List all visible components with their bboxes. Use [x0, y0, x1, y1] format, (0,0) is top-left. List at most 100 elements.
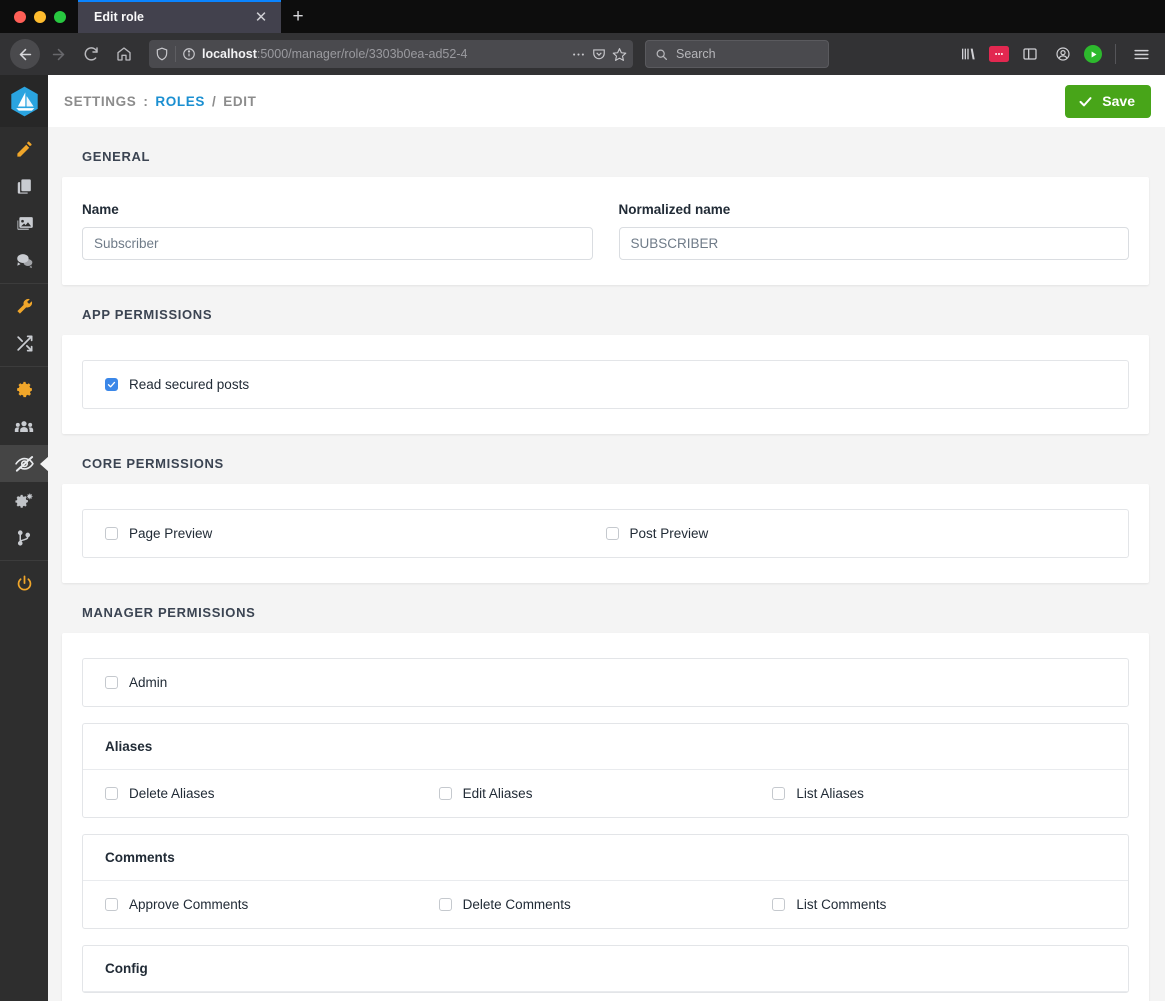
normalized-name-input[interactable]: SUBSCRIBER [618, 227, 1129, 260]
checkbox-unchecked-icon[interactable] [772, 787, 786, 800]
sidebar-item-pages[interactable] [0, 168, 48, 205]
save-button[interactable]: Save [1065, 84, 1151, 118]
reload-icon[interactable] [76, 39, 106, 69]
sidebar-group-tools [0, 284, 48, 367]
sidebar-item-sitemap[interactable] [0, 519, 48, 556]
copy-icon [17, 179, 31, 194]
permission-row: Admin [83, 659, 1128, 706]
eye-slash-icon [14, 456, 34, 472]
wrench-icon [16, 298, 32, 314]
permission-label: Page Preview [129, 526, 213, 541]
permission-panel: Read secured posts [82, 360, 1129, 409]
checkbox-unchecked-icon[interactable] [105, 898, 118, 911]
section-card: Page Preview Post Preview [62, 484, 1149, 583]
new-tab-button[interactable]: + [281, 0, 315, 33]
address-bar[interactable]: localhost:5000/manager/role/3303b0ea-ad5… [149, 40, 633, 68]
toolbar-divider [1115, 44, 1116, 64]
save-button-label: Save [1102, 93, 1135, 109]
play-extension-icon[interactable] [1084, 45, 1102, 63]
checkbox-unchecked-icon[interactable] [605, 527, 619, 540]
permission-checkbox-item[interactable]: Edit Aliases [438, 786, 773, 801]
permission-panel: Admin [82, 658, 1129, 707]
permission-checkbox-item[interactable]: Read secured posts [105, 377, 1106, 392]
permission-panel: Aliases Delete Aliases Edit Aliases List Al… [82, 723, 1129, 818]
permission-checkbox-item[interactable]: List Aliases [772, 786, 1106, 801]
checkbox-unchecked-icon[interactable] [438, 787, 452, 800]
sidebar-item-logout[interactable] [0, 565, 48, 602]
gear-icon [16, 381, 32, 398]
checkbox-unchecked-icon[interactable] [105, 787, 118, 800]
maximize-window-button[interactable] [54, 11, 66, 23]
permission-row: Delete Aliases Edit Aliases List Aliases [83, 770, 1128, 817]
sidebar-item-tools[interactable] [0, 288, 48, 325]
close-window-button[interactable] [14, 11, 26, 23]
sidebar-item-media[interactable] [0, 205, 48, 242]
checkbox-unchecked-icon[interactable] [105, 527, 118, 540]
breadcrumb-separator-2: / [211, 93, 217, 109]
sidebar-item-users[interactable] [0, 408, 48, 445]
settings-scroll-area[interactable]: GENERAL Name Subscriber Normalized name SUBS… [48, 127, 1165, 1001]
checkbox-unchecked-icon[interactable] [105, 676, 118, 689]
back-arrow-icon[interactable] [10, 39, 40, 69]
permission-checkbox-item[interactable]: Admin [105, 675, 1106, 690]
sidebar-item-modules[interactable] [0, 482, 48, 519]
browser-toolbar: localhost:5000/manager/role/3303b0ea-ad5… [0, 33, 1165, 75]
app-logo[interactable] [0, 75, 48, 127]
permission-row: Approve Comments Delete Comments List Comm… [83, 881, 1128, 928]
star-icon[interactable] [612, 47, 627, 62]
permission-panel: Comments Approve Comments Delete Comments L… [82, 834, 1129, 929]
address-divider [175, 46, 176, 62]
permission-checkbox-item[interactable]: List Comments [772, 897, 1106, 912]
sidebar-item-comments[interactable] [0, 242, 48, 279]
permission-checkbox-item[interactable]: Delete Aliases [105, 786, 439, 801]
account-icon[interactable] [1051, 42, 1075, 66]
breadcrumb-link-roles[interactable]: ROLES [155, 94, 205, 109]
section-title: CORE PERMISSIONS [82, 456, 224, 471]
permission-checkbox-item[interactable]: Delete Comments [438, 897, 773, 912]
permission-group-title: Aliases [83, 724, 1128, 770]
ellipsis-icon[interactable] [571, 47, 586, 62]
checkbox-unchecked-icon[interactable] [772, 898, 786, 911]
tab-title: Edit role [94, 9, 145, 24]
sidebar-group-settings [0, 367, 48, 561]
forward-arrow-icon[interactable] [43, 39, 73, 69]
search-input[interactable]: Search [645, 40, 829, 68]
sidebar-item-settings[interactable] [0, 371, 48, 408]
home-icon[interactable] [109, 39, 139, 69]
name-input[interactable]: Subscriber [82, 227, 593, 260]
permission-checkbox-item[interactable]: Page Preview [105, 526, 606, 541]
breadcrumb-current: EDIT [223, 93, 257, 109]
permission-label: Post Preview [629, 526, 709, 541]
checkbox-checked-icon[interactable] [105, 378, 118, 391]
browser-tab-edit-role[interactable]: Edit role ✕ [78, 0, 281, 33]
sidebar-toggle-icon[interactable] [1018, 42, 1042, 66]
minimize-window-button[interactable] [34, 11, 46, 23]
permission-label: Edit Aliases [462, 786, 533, 801]
hamburger-menu-icon[interactable] [1129, 42, 1153, 66]
app-content: SETTINGS : ROLES / EDIT Save GENERAL Name… [48, 75, 1165, 1001]
pocket-extension-icon[interactable] [989, 46, 1009, 62]
checkbox-unchecked-icon[interactable] [438, 898, 452, 911]
sidebar-item-pages-edit[interactable] [0, 131, 48, 168]
info-circle-icon[interactable] [182, 47, 196, 61]
library-icon[interactable] [956, 42, 980, 66]
sidebar-item-shuffle[interactable] [0, 325, 48, 362]
form-field: Name Subscriber [82, 202, 593, 260]
permission-label: Approve Comments [129, 897, 249, 912]
sidebar-group-content [0, 127, 48, 284]
users-icon [14, 420, 34, 432]
sitemap-icon [17, 529, 31, 546]
cogs-icon [15, 493, 33, 508]
permission-row: Page Preview Post Preview [83, 510, 1128, 557]
shield-icon[interactable] [155, 47, 169, 61]
permission-checkbox-item[interactable]: Post Preview [605, 526, 1107, 541]
page-topbar: SETTINGS : ROLES / EDIT Save [48, 75, 1165, 127]
sidebar-item-roles[interactable] [0, 445, 48, 482]
permission-row: Read secured posts [83, 361, 1128, 408]
pocket-icon[interactable] [592, 47, 606, 61]
permission-checkbox-item[interactable]: Approve Comments [105, 897, 439, 912]
permission-label: List Aliases [796, 786, 864, 801]
permission-label: Delete Comments [462, 897, 571, 912]
close-tab-icon[interactable]: ✕ [251, 7, 271, 27]
permission-label: Admin [129, 675, 168, 690]
